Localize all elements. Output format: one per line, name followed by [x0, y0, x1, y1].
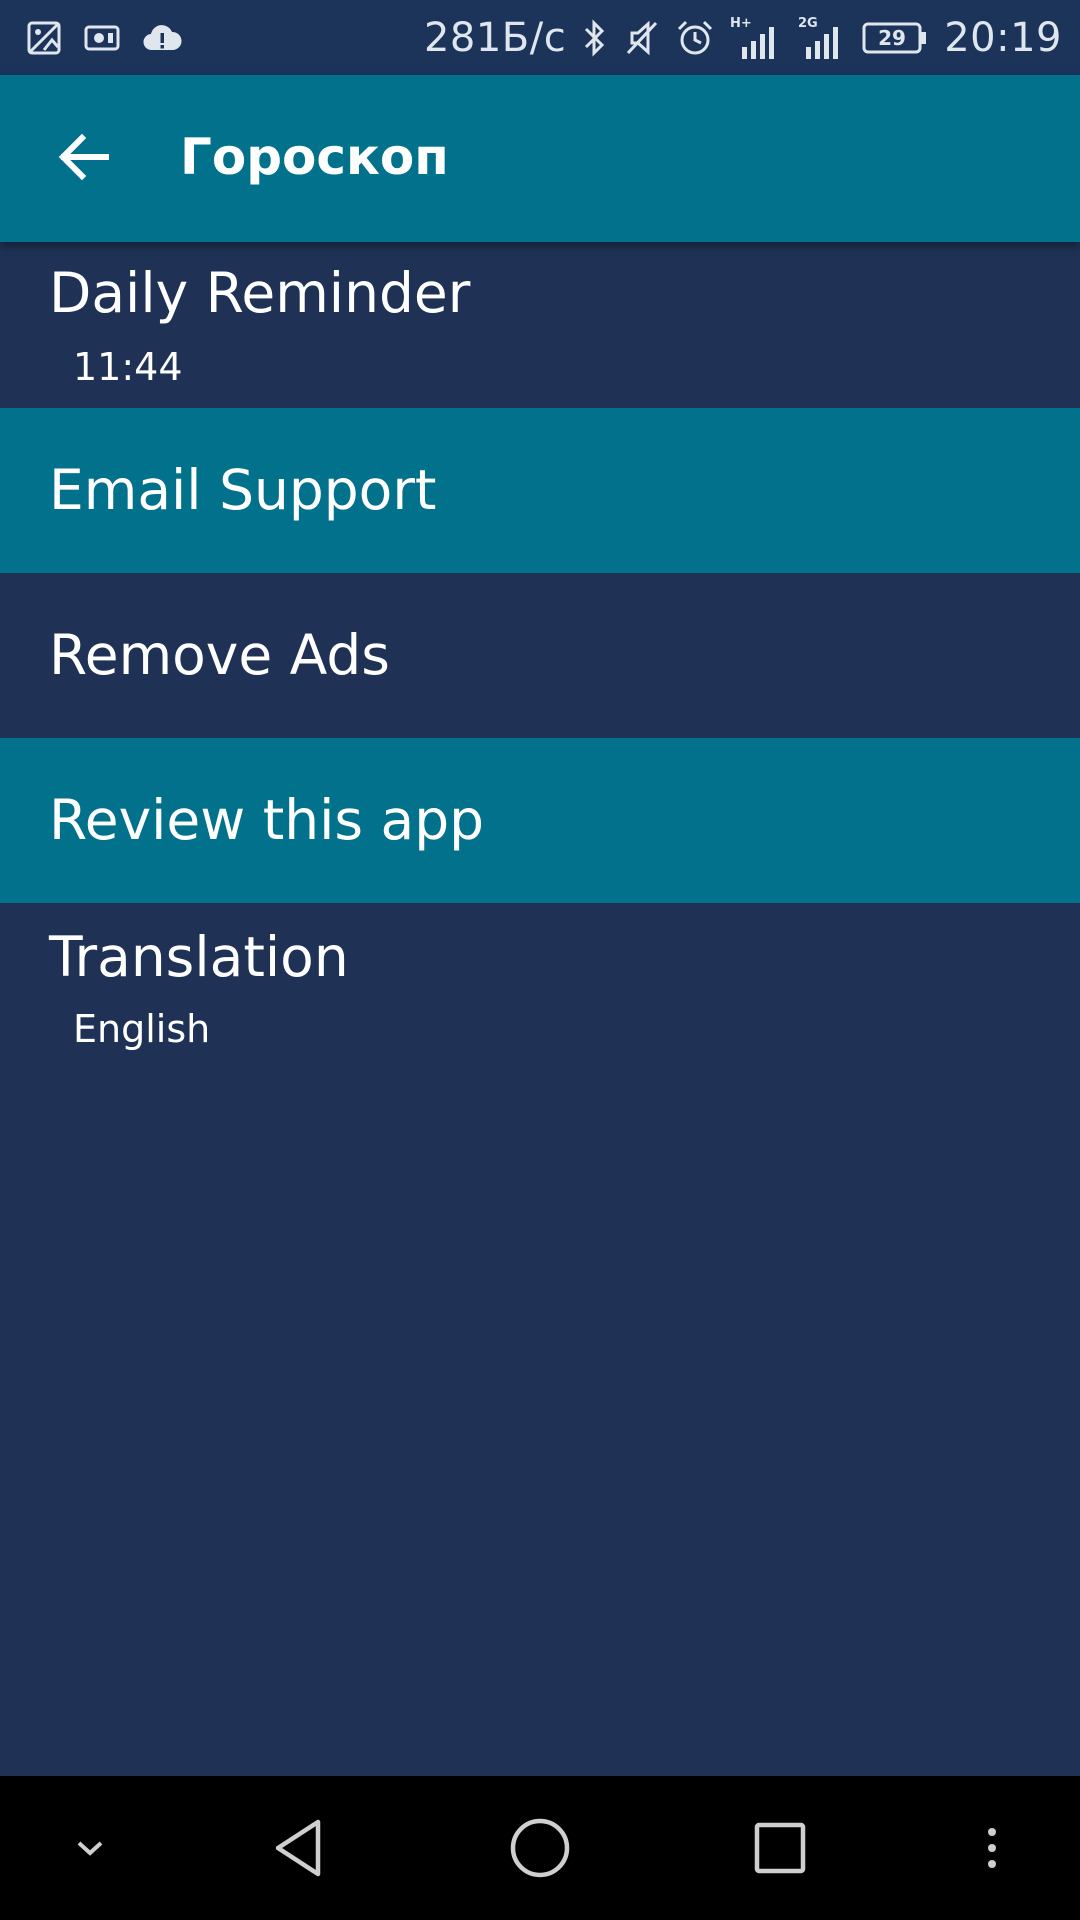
setting-email-support[interactable]: Email Support	[0, 408, 1080, 573]
status-bar: 281Б/с H+ 2G 29 20:19	[0, 0, 1080, 75]
navigation-bar	[0, 1776, 1080, 1920]
screen-record-icon	[84, 22, 120, 54]
nav-more-button[interactable]	[942, 1798, 1042, 1898]
network-speed: 281Б/с	[423, 14, 567, 61]
setting-title: Email Support	[49, 458, 437, 522]
back-button[interactable]	[44, 119, 124, 199]
setting-translation[interactable]: Translation English	[0, 903, 1080, 1068]
setting-value: English	[73, 1007, 211, 1051]
status-bar-system: 281Б/с H+ 2G 29 20:19	[408, 15, 1062, 61]
bluetooth-icon	[582, 18, 608, 58]
home-circle-icon	[509, 1817, 571, 1879]
settings-list: Daily Reminder 11:44 Email Support Remov…	[0, 242, 1080, 1068]
setting-remove-ads[interactable]: Remove Ads	[0, 573, 1080, 738]
page-title: Гороскоп	[180, 128, 449, 186]
arrow-back-icon	[56, 129, 112, 190]
alarm-icon	[676, 19, 714, 57]
recents-square-icon	[753, 1821, 807, 1875]
setting-title: Daily Reminder	[49, 261, 471, 325]
network-type-2: 2G	[798, 16, 818, 31]
signal-h-plus-icon: H+	[730, 15, 782, 61]
mute-icon	[624, 19, 660, 57]
nav-recents-button[interactable]	[730, 1798, 830, 1898]
nav-home-button[interactable]	[490, 1798, 590, 1898]
battery-level: 29	[878, 26, 906, 50]
clock: 20:19	[944, 14, 1062, 61]
image-icon	[26, 20, 62, 56]
chevron-down-icon	[75, 1838, 105, 1858]
hide-nav-button[interactable]	[40, 1798, 140, 1898]
more-vertical-icon	[985, 1826, 999, 1870]
nav-back-button[interactable]	[250, 1798, 350, 1898]
battery-icon: 29	[862, 21, 928, 55]
back-triangle-icon	[270, 1817, 330, 1879]
setting-review-app[interactable]: Review this app	[0, 738, 1080, 903]
setting-daily-reminder[interactable]: Daily Reminder 11:44	[0, 242, 1080, 408]
setting-title: Translation	[49, 925, 349, 989]
screen: 281Б/с H+ 2G 29 20:19 Гороскоп Daily Rem…	[0, 0, 1080, 1920]
network-type-1: H+	[730, 16, 752, 31]
setting-title: Review this app	[49, 788, 485, 852]
status-bar-notifications	[26, 20, 204, 56]
app-bar: Гороскоп	[0, 75, 1080, 242]
signal-2g-icon: 2G	[798, 15, 846, 61]
cloud-alert-icon	[142, 22, 182, 54]
setting-title: Remove Ads	[49, 623, 390, 687]
setting-value: 11:44	[73, 345, 183, 389]
